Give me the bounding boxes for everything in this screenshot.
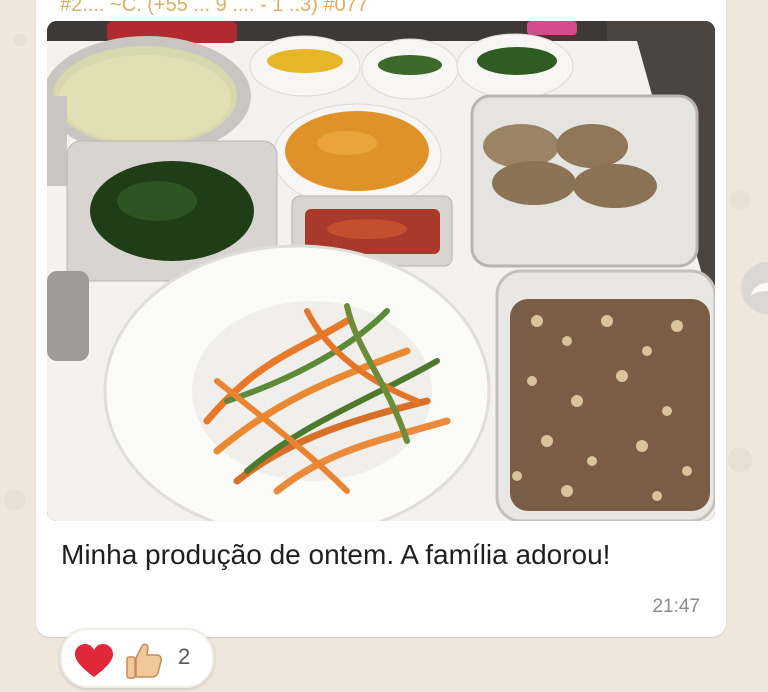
message-photo[interactable] [47,21,715,521]
thumbs-up-icon [126,643,162,679]
reaction-count: 2 [178,644,191,669]
reactions-pill[interactable]: 2 [60,628,214,688]
thumbs-up-reaction [124,640,164,685]
message-bubble[interactable]: #2.... ~C. (+55 ... 9 .... - 1 ..3) #077 [36,0,726,637]
heart-reaction [74,644,114,683]
forward-icon [751,278,768,296]
food-photo-illustration [47,21,715,521]
message-caption: Minha produção de ontem. A família adoro… [61,539,611,570]
heart-icon [75,644,113,677]
message-time: 21:47 [652,596,700,617]
sender-line: #2.... ~C. (+55 ... 9 .... - 1 ..3) #077 [60,0,368,16]
